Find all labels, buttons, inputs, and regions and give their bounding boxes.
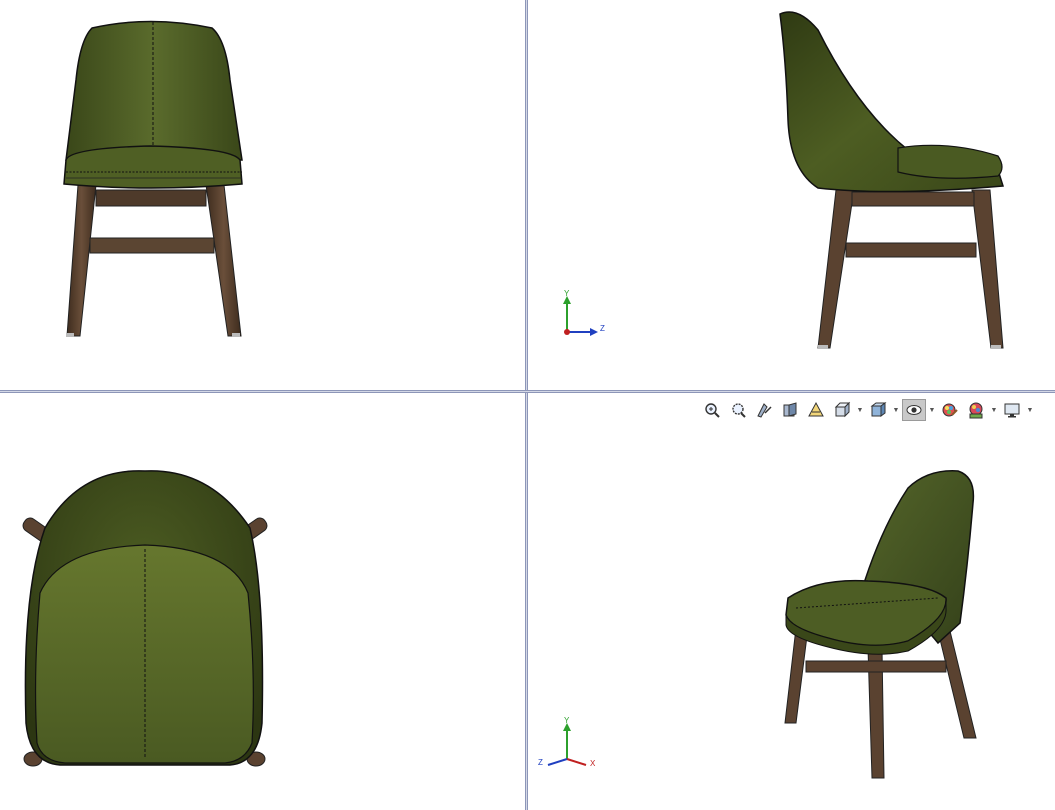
zoom-to-fit-icon[interactable] — [700, 399, 724, 421]
coordinate-triad: Y Z — [563, 289, 605, 336]
dynamic-annotation-icon[interactable] — [804, 399, 828, 421]
view-settings-dropdown[interactable]: ▼ — [1026, 399, 1034, 421]
coordinate-triad-iso: Y Z X — [538, 716, 596, 768]
viewport-splitter-horizontal[interactable] — [0, 390, 1055, 393]
triad-iso-z-label: Z — [538, 758, 543, 767]
triad-z-label: Z — [600, 324, 605, 333]
edit-appearance-icon[interactable] — [938, 399, 962, 421]
viewport-top[interactable] — [0, 393, 525, 810]
viewport-splitter-vertical[interactable] — [525, 0, 528, 810]
triad-iso-y-label: Y — [564, 716, 570, 725]
view-settings-icon[interactable] — [1000, 399, 1024, 421]
chair-top-view — [22, 470, 268, 767]
section-view-icon[interactable] — [778, 399, 802, 421]
triad-iso-x-label: X — [590, 759, 596, 768]
viewport-right[interactable]: Y Z — [528, 0, 1055, 390]
display-style-dropdown[interactable]: ▼ — [892, 399, 900, 421]
apply-scene-icon[interactable] — [964, 399, 988, 421]
apply-scene-dropdown[interactable]: ▼ — [990, 399, 998, 421]
view-orientation-icon[interactable] — [830, 399, 854, 421]
chair-front-view — [63, 20, 243, 337]
previous-view-icon[interactable] — [752, 399, 776, 421]
hide-show-items-icon[interactable] — [902, 399, 926, 421]
zoom-to-area-icon[interactable] — [726, 399, 750, 421]
chair-right-view: Y Z — [563, 11, 1004, 349]
chair-isometric-view: Y Z X — [538, 470, 977, 779]
heads-up-view-toolbar: ▼ ▼ ▼ ▼ ▼ — [700, 398, 1034, 422]
viewport-front[interactable] — [0, 0, 525, 390]
display-style-icon[interactable] — [866, 399, 890, 421]
triad-y-label: Y — [564, 289, 570, 298]
view-orientation-dropdown[interactable]: ▼ — [856, 399, 864, 421]
viewport-isometric[interactable]: Y Z X — [528, 393, 1055, 810]
hide-show-items-dropdown[interactable]: ▼ — [928, 399, 936, 421]
